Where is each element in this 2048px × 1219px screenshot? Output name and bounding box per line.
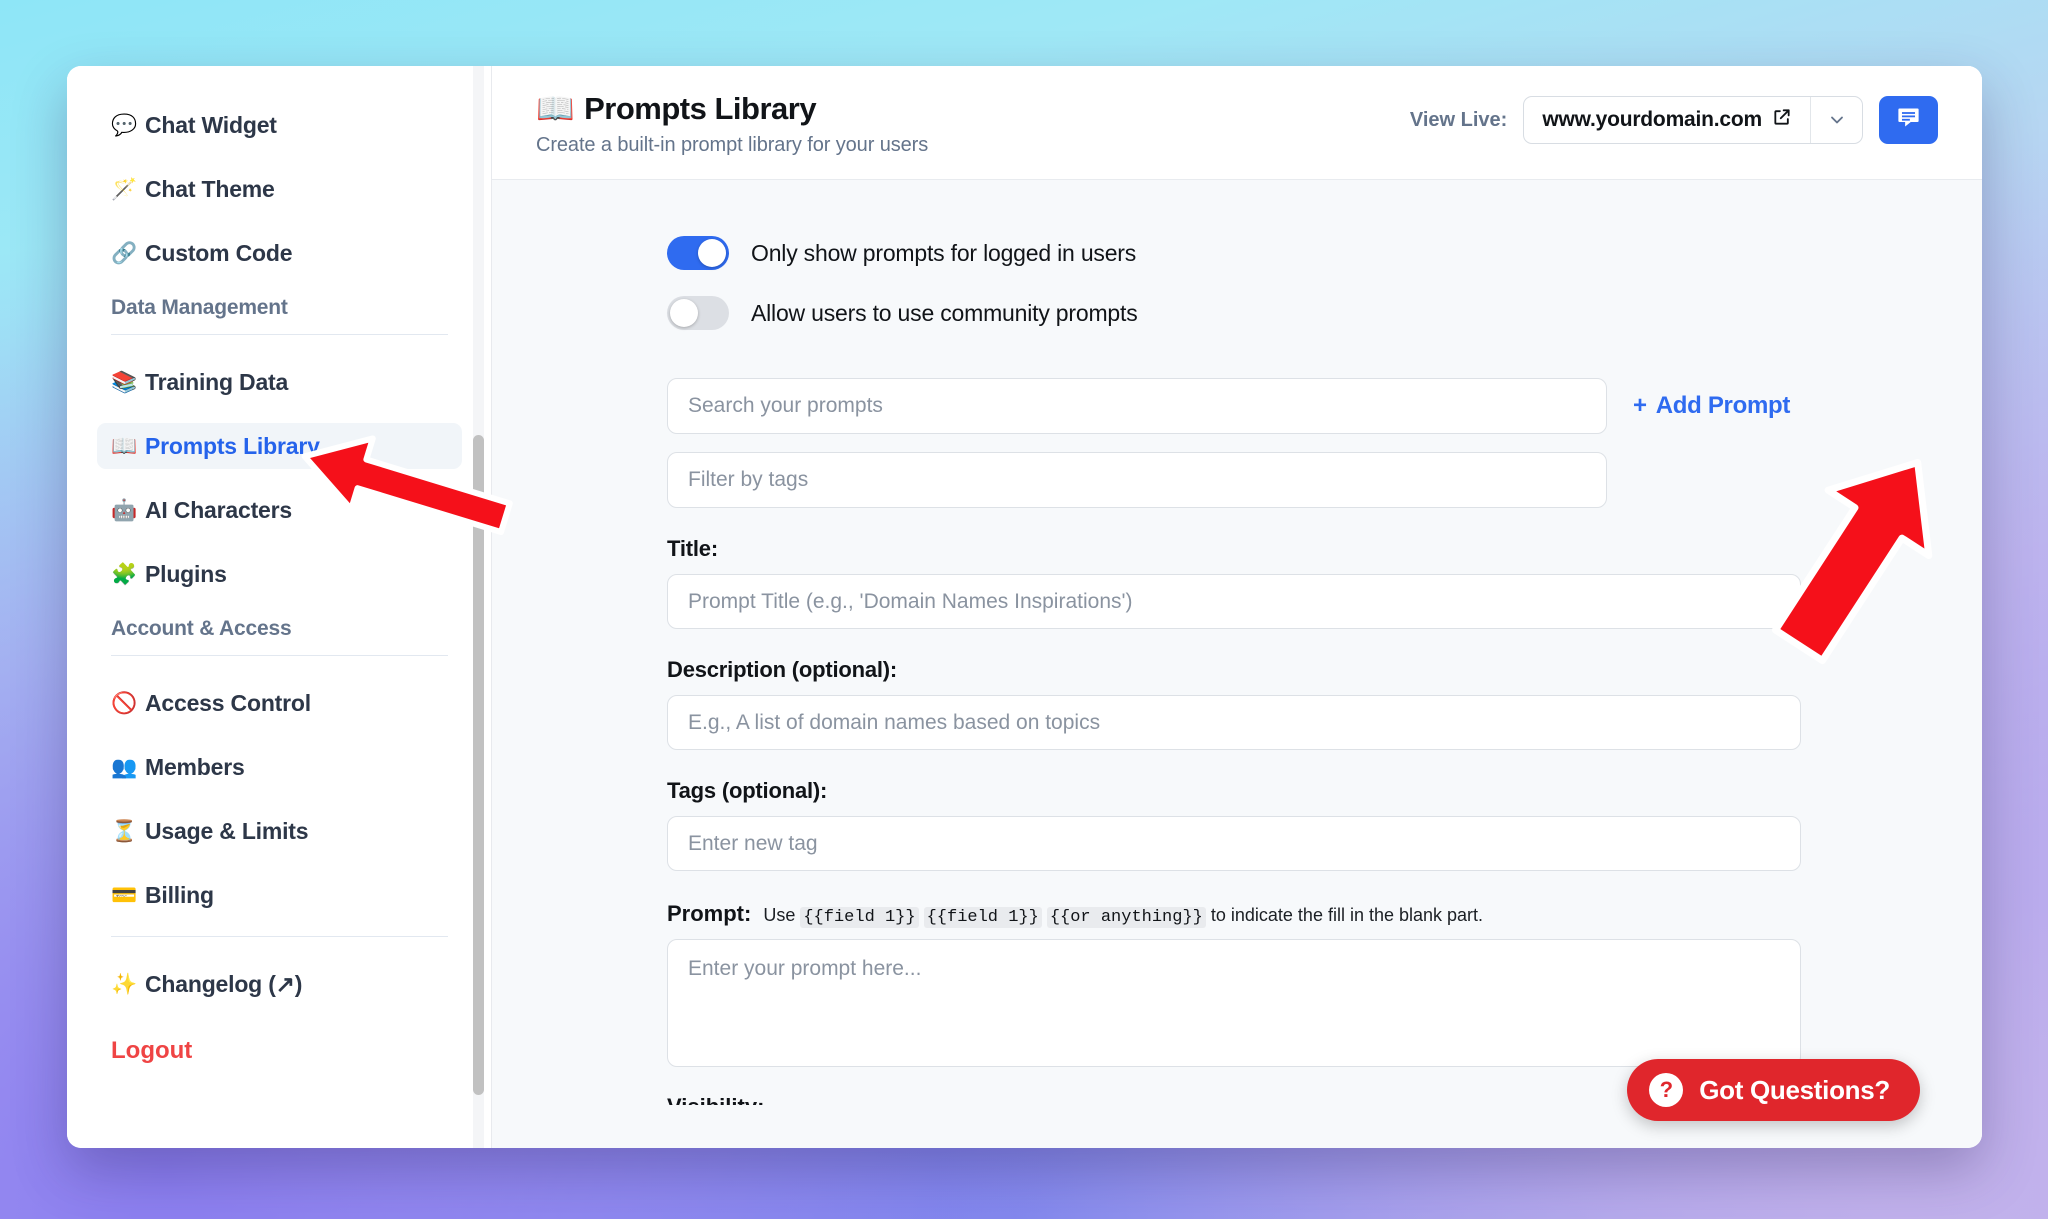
description-field-label: Description (optional): [667,657,898,682]
speech-balloon-icon: 💬 [111,113,137,137]
hint-token-field-1: {{field 1}} [800,907,919,928]
chevron-down-icon[interactable] [1810,97,1862,143]
hint-post: to indicate the fill in the blank part. [1210,905,1484,925]
chat-bubble-icon [1895,104,1922,136]
toggle-row-community: Allow users to use community prompts [667,296,1862,330]
app-window: 💬 Chat Widget 🪄 Chat Theme 🔗 Custom Code… [67,66,1982,1148]
sidebar-item-label: Chat Theme [145,175,275,202]
prompt-description-input[interactable] [667,695,1801,750]
sidebar-item-label: Usage & Limits [145,817,309,844]
sidebar-item-label: Access Control [145,689,311,716]
toggle-row-logged-in: Only show prompts for logged in users [667,236,1862,270]
logout-button[interactable]: Logout [111,1037,448,1065]
sidebar-item-plugins[interactable]: 🧩 Plugins [97,551,462,597]
robot-icon: 🤖 [111,498,137,522]
sidebar-section-account-access: Account & Access 🚫 Access Control 👥 Memb… [111,617,448,918]
domain-text: www.yourdomain.com [1542,108,1762,131]
sidebar-item-label: Changelog (↗) [145,970,303,997]
plus-icon: + [1633,392,1647,419]
hint-token-field-2: {{field 1}} [923,907,1042,928]
divider [111,334,448,335]
page-title-text: Prompts Library [584,90,817,126]
sidebar-item-members[interactable]: 👥 Members [97,744,462,790]
sidebar-item-label: Billing [145,881,214,908]
books-icon: 📚 [111,370,137,394]
main-panel: 📖 Prompts Library Create a built-in prom… [492,66,1982,1148]
puzzle-piece-icon: 🧩 [111,562,137,586]
page-title: 📖 Prompts Library [536,90,928,127]
sidebar-item-label: Custom Code [145,239,293,266]
sidebar-item-ai-characters[interactable]: 🤖 AI Characters [97,487,462,533]
page-header: 📖 Prompts Library Create a built-in prom… [492,66,1982,180]
got-questions-label: Got Questions? [1699,1074,1890,1105]
prompt-body-textarea[interactable] [667,939,1801,1067]
question-mark-icon: ? [1649,1073,1684,1107]
prompt-field-hint: Use {{field 1}} {{field 1}} {{or anythin… [763,905,1484,928]
sidebar-item-custom-code[interactable]: 🔗 Custom Code [97,230,462,276]
sidebar-item-changelog[interactable]: ✨ Changelog (↗) [97,961,462,1007]
open-chat-button[interactable] [1879,96,1938,144]
divider [111,655,448,656]
got-questions-button[interactable]: ? Got Questions? [1627,1059,1920,1121]
prompt-field-label: Prompt: [667,901,752,926]
add-prompt-label: Add Prompt [1655,392,1791,419]
sidebar-item-training-data[interactable]: 📚 Training Data [97,359,462,405]
tags-field-label: Tags (optional): [667,778,828,803]
search-column [667,378,1607,508]
credit-card-icon: 💳 [111,883,137,907]
toggle-knob [670,299,698,327]
title-field-label: Title: [667,536,718,561]
sidebar-scrollbar-thumb[interactable] [473,435,484,1095]
view-live-label: View Live: [1409,108,1508,131]
sidebar-section-data-management: Data Management 📚 Training Data 📖 Prompt… [97,296,462,597]
page-content: Only show prompts for logged in users Al… [492,180,1982,1148]
sidebar-item-billing[interactable]: 💳 Billing [97,872,462,918]
toggle-knob [698,239,726,267]
sidebar-item-label: Training Data [145,368,289,395]
magic-wand-icon: 🪄 [111,177,137,201]
toggle-allow-community-prompts[interactable] [667,296,729,330]
open-book-icon: 📖 [111,434,137,458]
sidebar-item-label: Chat Widget [145,111,277,138]
sparkles-icon: ✨ [111,972,137,996]
toggle-label: Allow users to use community prompts [751,299,1138,326]
prompt-field-label-row: Prompt: Use {{field 1}} {{field 1}} {{or… [667,901,1862,928]
domain-open-button[interactable]: www.yourdomain.com [1524,97,1810,143]
link-icon: 🔗 [111,241,137,265]
external-link-icon [1772,107,1792,133]
search-input[interactable] [667,378,1607,434]
sidebar-item-label: Prompts Library [145,432,320,459]
sidebar-item-access-control[interactable]: 🚫 Access Control [97,680,462,726]
sidebar-item-label: AI Characters [145,496,292,523]
sidebar: 💬 Chat Widget 🪄 Chat Theme 🔗 Custom Code… [67,66,492,1148]
people-icon: 👥 [111,755,137,779]
sidebar-item-usage-limits[interactable]: ⏳ Usage & Limits [97,808,462,854]
prohibited-icon: 🚫 [111,691,137,715]
divider [111,936,448,937]
open-book-icon: 📖 [536,91,575,126]
sidebar-section-title: Data Management [111,296,288,319]
sidebar-item-chat-widget[interactable]: 💬 Chat Widget [97,102,462,148]
page-subtitle: Create a built-in prompt library for you… [536,134,929,156]
prompt-title-input[interactable] [667,574,1801,629]
header-actions: View Live: www.yourdomain.com [1410,90,1938,144]
add-prompt-button[interactable]: + Add Prompt [1633,392,1790,420]
sidebar-item-chat-theme[interactable]: 🪄 Chat Theme [97,166,462,212]
sidebar-section-title: Account & Access [111,617,292,640]
sidebar-item-label: Plugins [145,560,227,587]
new-tag-input[interactable] [667,816,1801,871]
hint-token-or-anything: {{or anything}} [1046,907,1206,928]
domain-selector: www.yourdomain.com [1523,96,1863,144]
sidebar-item-label: Members [145,753,245,780]
page-header-text: 📖 Prompts Library Create a built-in prom… [536,90,928,157]
filter-by-tags-input[interactable] [667,452,1607,508]
hint-pre: Use [763,905,796,925]
toggle-only-logged-in-users[interactable] [667,236,729,270]
toggle-label: Only show prompts for logged in users [751,239,1137,266]
sidebar-item-prompts-library[interactable]: 📖 Prompts Library [97,423,462,469]
hourglass-icon: ⏳ [111,819,137,843]
search-and-add-row: + Add Prompt [667,378,1862,508]
